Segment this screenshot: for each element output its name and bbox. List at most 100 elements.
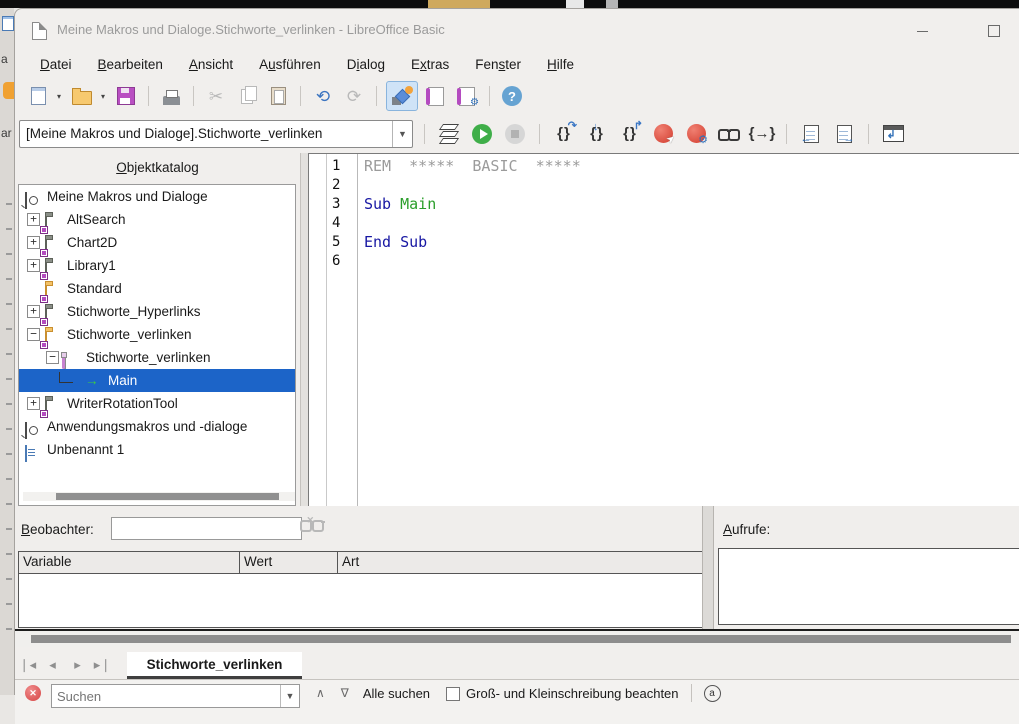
redo-icon: ⟳: [347, 88, 361, 105]
column-header-variable[interactable]: Variable: [19, 552, 240, 573]
tree-horizontal-scrollbar[interactable]: [23, 492, 296, 501]
tree-item-altsearch[interactable]: + AltSearch: [19, 208, 295, 231]
help-button[interactable]: ?: [499, 83, 525, 109]
document-icon: [25, 445, 27, 462]
search-input[interactable]: [52, 689, 280, 704]
match-case-checkbox[interactable]: [446, 687, 460, 701]
open-button[interactable]: [69, 83, 95, 109]
open-dropdown[interactable]: ▾: [98, 92, 108, 101]
menu-datei[interactable]: Datei: [27, 53, 85, 76]
tree-item-writerrotationtool[interactable]: + WriterRotationTool: [19, 392, 295, 415]
background-window-edge[interactable]: a ar: [0, 8, 14, 695]
stop-button[interactable]: [502, 121, 528, 147]
step-into-button[interactable]: {}↓: [584, 121, 610, 147]
menu-extras[interactable]: Extras: [398, 53, 462, 76]
scrollbar-thumb[interactable]: [56, 493, 279, 500]
paste-button[interactable]: [265, 83, 291, 109]
print-button[interactable]: [158, 83, 184, 109]
step-over-button[interactable]: {}↷: [551, 121, 577, 147]
step-out-button[interactable]: {}↱: [617, 121, 643, 147]
calls-list[interactable]: [718, 548, 1019, 625]
new-document-dropdown[interactable]: ▾: [54, 92, 64, 101]
find-next-icon[interactable]: ∇: [341, 686, 349, 700]
tree-item-library1[interactable]: + Library1: [19, 254, 295, 277]
last-tab-button[interactable]: ▸❘: [90, 657, 115, 679]
background-text-fragment: a: [1, 52, 8, 66]
run-button[interactable]: [469, 121, 495, 147]
tab-stichworte-verlinken[interactable]: Stichworte_verlinken: [127, 652, 302, 679]
tree-item-standard[interactable]: Standard: [19, 277, 295, 300]
similarity-search-icon[interactable]: a: [704, 685, 721, 702]
calls-label: Aufrufe:: [723, 522, 770, 537]
menu-fenster[interactable]: Fenster: [462, 53, 534, 76]
tree-item-stichworte-hyperlinks[interactable]: + Stichworte_Hyperlinks: [19, 300, 295, 323]
stop-icon: [505, 124, 525, 144]
menu-bearbeiten[interactable]: Bearbeiten: [85, 53, 176, 76]
undo-button[interactable]: ⟲: [310, 83, 336, 109]
tree-item-stichworte-verlinken-module[interactable]: − Stichworte_verlinken: [19, 346, 295, 369]
watch-table[interactable]: Variable Wert Art: [18, 551, 704, 628]
toggle-breakpoint-button[interactable]: ➤: [650, 121, 676, 147]
tree-item-anwendungsmakros[interactable]: Anwendungsmakros und -dialoge: [19, 415, 295, 438]
search-combo[interactable]: ▼: [51, 684, 300, 708]
maximize-button[interactable]: [971, 21, 1017, 41]
redo-button[interactable]: ⟳: [341, 83, 367, 109]
collapse-icon[interactable]: −: [27, 328, 40, 341]
find-all-button[interactable]: Alle suchen: [363, 686, 430, 701]
find-parentheses-button[interactable]: {→}: [749, 121, 775, 147]
expand-icon[interactable]: +: [27, 236, 40, 249]
library-selector[interactable]: [Meine Makros und Dialoge].Stichworte_ve…: [19, 120, 413, 148]
new-document-button[interactable]: [25, 83, 51, 109]
close-find-bar-button[interactable]: ✕: [25, 685, 41, 701]
search-history-dropdown[interactable]: ▼: [280, 685, 299, 707]
background-tab-segment: [606, 0, 618, 8]
cut-button[interactable]: ✂: [203, 83, 229, 109]
copy-button[interactable]: [234, 83, 260, 109]
menu-hilfe[interactable]: Hilfe: [534, 53, 587, 76]
minimize-button[interactable]: [899, 21, 945, 41]
breakpoint-gutter[interactable]: [309, 154, 327, 507]
compile-button[interactable]: [436, 121, 462, 147]
tree-item-meine-makros[interactable]: Meine Makros und Dialoge: [19, 185, 295, 208]
remove-watch-button[interactable]: ✕: [312, 520, 338, 538]
find-previous-icon[interactable]: ∧: [316, 686, 325, 700]
tree-item-main[interactable]: → Main: [19, 369, 295, 392]
export-source-icon: →: [837, 125, 852, 143]
export-basic-button[interactable]: →: [831, 121, 857, 147]
code-editor[interactable]: 1 2 3 4 5 6 REM ***** BASIC ***** Sub Ma…: [308, 153, 1019, 508]
expand-icon[interactable]: +: [27, 213, 40, 226]
tree-item-chart2d[interactable]: + Chart2D: [19, 231, 295, 254]
column-header-art[interactable]: Art: [338, 552, 703, 573]
code-text-area[interactable]: REM ***** BASIC ***** Sub Main End Sub: [358, 154, 1019, 507]
previous-tab-button[interactable]: ◂: [40, 657, 65, 679]
new-dialog-button[interactable]: [423, 83, 449, 109]
watch-input[interactable]: [111, 517, 302, 540]
menu-ansicht[interactable]: Ansicht: [176, 53, 246, 76]
expand-icon[interactable]: +: [27, 259, 40, 272]
folder-icon: [45, 307, 47, 324]
next-tab-button[interactable]: ▸: [65, 657, 90, 679]
title-bar[interactable]: Meine Makros und Dialoge.Stichworte_verl…: [15, 9, 1019, 51]
column-header-wert[interactable]: Wert: [240, 552, 338, 573]
menu-dialog[interactable]: Dialog: [334, 53, 398, 76]
scrollbar-thumb[interactable]: [31, 635, 1011, 643]
library-selector-dropdown[interactable]: ▼: [392, 121, 412, 147]
manage-breakpoints-button[interactable]: ⚙: [683, 121, 709, 147]
first-tab-button[interactable]: ❘◂: [15, 657, 40, 679]
tree-item-stichworte-verlinken-lib[interactable]: − Stichworte_verlinken: [19, 323, 295, 346]
import-basic-button[interactable]: ←: [798, 121, 824, 147]
select-module-button[interactable]: [386, 81, 418, 111]
code-line: [364, 176, 1019, 195]
collapse-icon[interactable]: −: [46, 351, 59, 364]
horizontal-scrollbar[interactable]: [15, 631, 1019, 647]
expand-icon[interactable]: +: [27, 305, 40, 318]
menu-bar: Datei Bearbeiten Ansicht Ausführen Dialo…: [17, 51, 1019, 78]
enable-watch-button[interactable]: [716, 121, 742, 147]
select-dialog-button[interactable]: ⚙: [454, 83, 480, 109]
module-window-button[interactable]: ↲: [880, 121, 906, 147]
compile-icon: [441, 123, 457, 144]
save-button[interactable]: [113, 83, 139, 109]
menu-ausfuehren[interactable]: Ausführen: [246, 53, 334, 76]
expand-icon[interactable]: +: [27, 397, 40, 410]
tree-item-unbenannt1[interactable]: Unbenannt 1: [19, 438, 295, 461]
